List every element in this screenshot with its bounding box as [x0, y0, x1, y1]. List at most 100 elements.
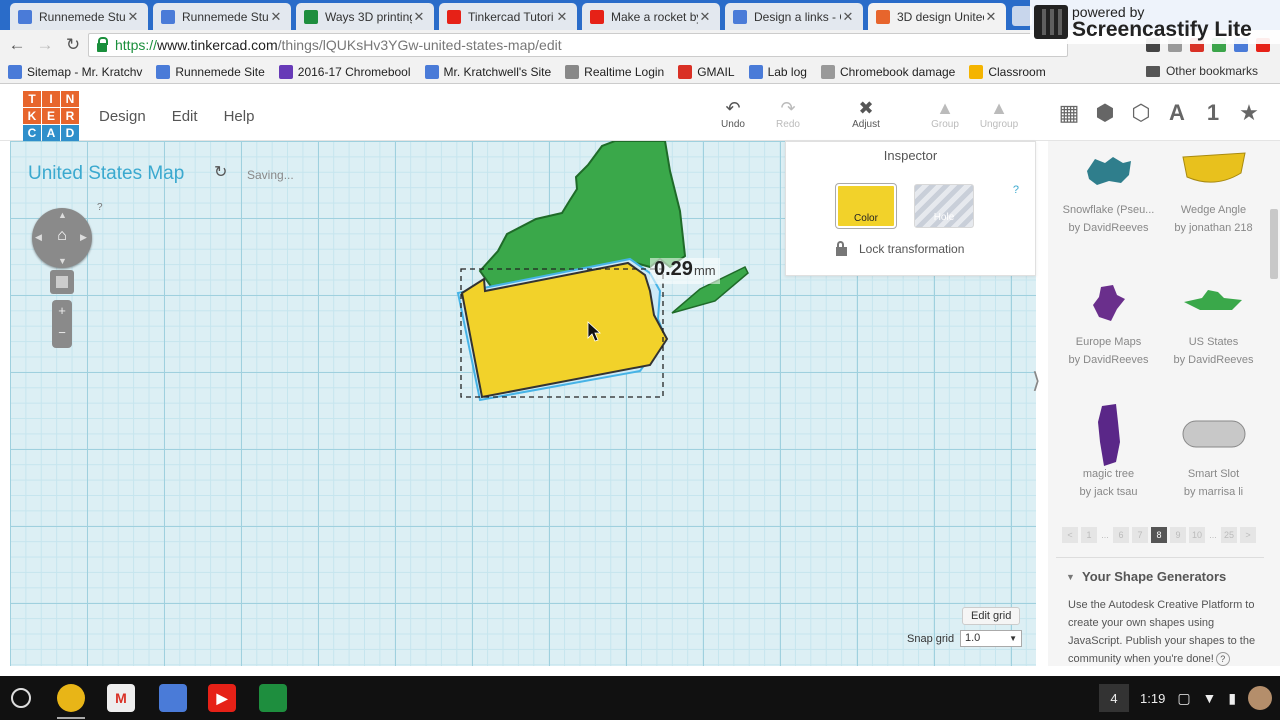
close-icon[interactable]: ✕	[126, 9, 140, 25]
pager-item[interactable]: 8	[1151, 527, 1167, 543]
bookmark-item[interactable]: GMAIL	[678, 64, 735, 79]
browser-tab[interactable]: Runnemede Stu ✕	[153, 3, 291, 30]
bookmark-label: Classroom	[988, 64, 1046, 79]
collapse-caret-icon[interactable]: ▼	[1066, 572, 1075, 582]
address-bar[interactable]: https://www.tinkercad.com/things/lQUKsHv…	[88, 33, 1068, 57]
library-item[interactable]: Snowflake (Pseu... by DavidReeves	[1056, 141, 1161, 237]
number-tab-icon[interactable]: 1	[1201, 100, 1225, 125]
tinkercad-logo[interactable]: TIN KER CAD	[23, 91, 79, 141]
snap-grid-select[interactable]: 1.0 ▼	[960, 630, 1022, 647]
tree-icon[interactable]	[1056, 404, 1161, 466]
edit-grid-button[interactable]: Edit grid	[962, 607, 1021, 625]
pager-item[interactable]: <	[1062, 527, 1078, 543]
menu-edit[interactable]: Edit	[172, 108, 198, 125]
wedge-icon[interactable]	[1161, 141, 1266, 201]
close-icon[interactable]: ✕	[698, 9, 712, 25]
bookmark-item[interactable]: Chromebook damage	[820, 64, 955, 79]
slot-icon[interactable]	[1161, 405, 1266, 465]
snowflake-icon[interactable]	[1056, 141, 1161, 201]
color-swatch[interactable]: Color	[836, 184, 896, 228]
undo-button[interactable]: ↶ Undo	[708, 99, 758, 130]
browser-tab[interactable]: 3D design Unitec ✕	[868, 3, 1006, 30]
pager-item[interactable]: 10	[1189, 527, 1205, 543]
library-item[interactable]: US States by DavidReeves	[1161, 273, 1266, 369]
browser-tab[interactable]: Ways 3D printing ✕	[296, 3, 434, 30]
cube-tab-icon[interactable]: ⬢	[1093, 100, 1117, 125]
library-scrollbar[interactable]	[1270, 209, 1278, 279]
help-icon[interactable]: ?	[1215, 652, 1230, 666]
close-icon[interactable]: ✕	[555, 9, 569, 25]
back-icon[interactable]: ←	[6, 34, 28, 56]
snap-grid-value: 1.0	[965, 632, 981, 644]
text-tab-icon[interactable]: A	[1165, 100, 1189, 125]
panel-collapse-icon[interactable]: ⟩	[1032, 368, 1041, 394]
status-tray[interactable]: 1:19 ▢ ▼ ▮	[1140, 684, 1273, 712]
ungroup-button[interactable]: ▲ Ungroup	[974, 99, 1024, 130]
shape-generators-title[interactable]: Your Shape Generators	[1082, 569, 1226, 584]
us-state-icon[interactable]	[1161, 273, 1266, 333]
library-item[interactable]: Smart Slot by marrisa li	[1161, 405, 1266, 501]
youtube-icon[interactable]: ▶	[208, 684, 236, 712]
close-icon[interactable]: ✕	[412, 9, 426, 25]
pager-item[interactable]: 7	[1132, 527, 1148, 543]
bookmark-item[interactable]: Runnemede Site	[156, 64, 265, 79]
other-bookmarks[interactable]: Other bookmarks	[1145, 64, 1258, 78]
europe-map-icon[interactable]	[1056, 273, 1161, 333]
url-scheme: https://	[115, 37, 158, 53]
pager-item[interactable]: 6	[1113, 527, 1129, 543]
secure-lock-icon	[97, 36, 108, 52]
dimension-value[interactable]: 0.29	[654, 258, 693, 281]
library-item-name: Wedge Angle	[1180, 204, 1247, 216]
close-icon[interactable]: ✕	[841, 9, 855, 25]
chrome-icon[interactable]	[57, 684, 85, 712]
wireframe-tab-icon[interactable]: ⬡	[1129, 100, 1153, 125]
bookmark-item[interactable]: Realtime Login	[565, 64, 664, 79]
classroom-icon[interactable]	[259, 684, 287, 712]
bookmark-item[interactable]: Classroom	[969, 64, 1046, 79]
browser-tab[interactable]: Design a links - G ✕	[725, 3, 863, 30]
bookmark-icon	[820, 64, 835, 79]
browser-tab[interactable]: Tinkercad Tutori ✕	[439, 3, 577, 30]
pager-item[interactable]: >	[1240, 527, 1256, 543]
adjust-button[interactable]: ✖ Adjust	[841, 99, 891, 130]
logo-letter: R	[61, 108, 79, 124]
pager-item[interactable]: 9	[1170, 527, 1186, 543]
library-item-name: magic tree	[1082, 468, 1135, 480]
hole-swatch[interactable]: Hole	[914, 184, 974, 228]
pager-item[interactable]: 1	[1081, 527, 1097, 543]
avatar	[1248, 686, 1273, 710]
lock-transformation[interactable]: Lock transformation	[836, 240, 964, 256]
reload-icon[interactable]: ↻	[62, 34, 84, 56]
library-item[interactable]: Europe Maps by DavidReeves	[1056, 273, 1161, 369]
inspector-help-icon[interactable]: ?	[1013, 184, 1019, 196]
divider	[1056, 557, 1264, 558]
bookmark-item[interactable]: Mr. Kratchwell's Site	[424, 64, 551, 79]
height-dimension[interactable]: 0.29 mm	[650, 258, 720, 284]
bookmark-item[interactable]: Lab log	[748, 64, 807, 79]
redo-label: Redo	[776, 119, 800, 130]
group-button[interactable]: ▲ Group	[920, 99, 970, 130]
menu-design[interactable]: Design	[99, 108, 146, 125]
close-icon[interactable]: ✕	[984, 9, 998, 25]
star-tab-icon[interactable]: ★	[1237, 100, 1261, 125]
bookmark-item[interactable]: Sitemap - Mr. Kratchv	[8, 64, 142, 79]
notification-badge[interactable]: 4	[1099, 684, 1129, 712]
browser-tab[interactable]: Make a rocket by ✕	[582, 3, 720, 30]
library-item-author: by DavidReeves	[1068, 354, 1149, 366]
close-icon[interactable]: ✕	[269, 9, 283, 25]
new-tab-button[interactable]	[1012, 6, 1032, 26]
browser-tab[interactable]: Runnemede Stud ✕	[10, 3, 148, 30]
forward-icon[interactable]: →	[34, 34, 56, 56]
docs-icon[interactable]	[159, 684, 187, 712]
menu-help[interactable]: Help	[224, 108, 255, 125]
grid-tab-icon[interactable]: ▦	[1057, 100, 1081, 125]
folder-icon	[1145, 65, 1160, 77]
launcher-icon[interactable]	[11, 688, 31, 708]
gmail-icon[interactable]: M	[107, 684, 135, 712]
bookmark-item[interactable]: 2016-17 Chromebool	[278, 64, 411, 79]
pager-item[interactable]: 25	[1221, 527, 1237, 543]
library-item[interactable]: magic tree by jack tsau	[1056, 404, 1161, 501]
library-item-author: by jack tsau	[1079, 486, 1138, 498]
redo-button[interactable]: ↷ Redo	[763, 99, 813, 130]
library-item[interactable]: Wedge Angle by jonathan 218	[1161, 141, 1266, 237]
